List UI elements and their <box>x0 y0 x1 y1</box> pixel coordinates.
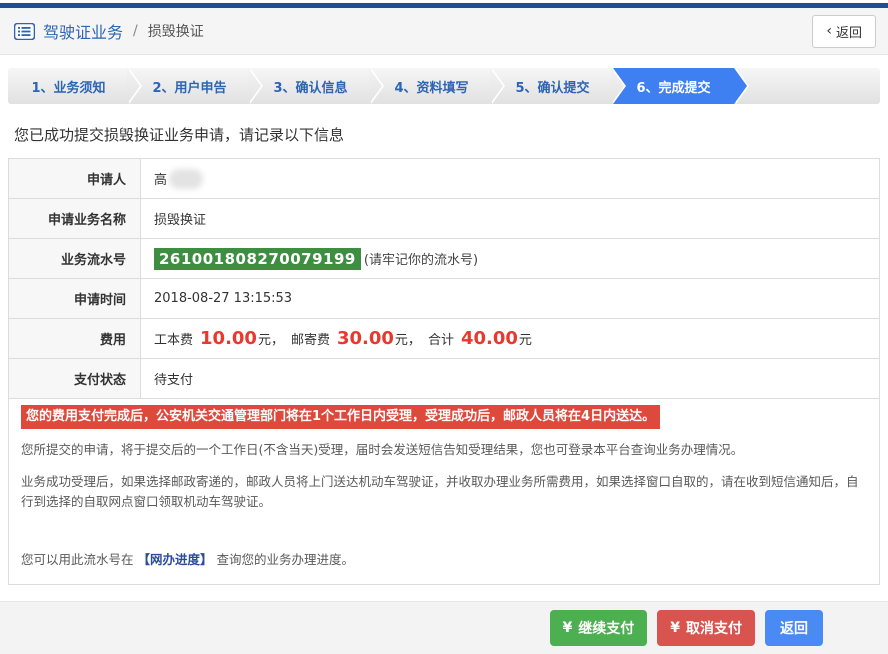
step-5-confirm-submit: 5、确认提交 <box>492 68 613 104</box>
continue-payment-button[interactable]: ¥ 继续支付 <box>549 610 648 647</box>
application-info-table: 申请人 高 申请业务名称 损毁换证 业务流水号 2610018082700791… <box>8 158 880 586</box>
notes-section: 您的费用支付完成后，公安机关交通管理部门将在1个工作日内受理，受理成功后，邮政人… <box>9 399 879 584</box>
note-paragraph-2: 业务成功受理后，如果选择邮政寄递的，邮政人员将上门送达机动车驾驶证，并收取办理业… <box>21 473 859 510</box>
progress-hint: 您可以用此流水号在 【网办进度】 查询您的业务办理进度。 <box>21 549 867 568</box>
table-row-payment-status: 支付状态 待支付 <box>9 359 879 399</box>
footer-action-bar: ¥ 继续支付 ¥ 取消支付 返回 <box>0 601 888 654</box>
step-2-user-declaration: 2、用户申告 <box>129 68 250 104</box>
return-button-label: 返回 <box>780 621 808 638</box>
continue-payment-label: 继续支付 <box>578 621 635 638</box>
note-paragraph-1: 您所提交的申请，将于提交后的一个工作日(不含当天)受理，届时会发送短信告知受理结… <box>21 442 744 458</box>
step-label: 3、确认信息 <box>273 80 348 96</box>
page-title: 驾驶证业务 <box>43 23 124 42</box>
table-row-business-name: 申请业务名称 损毁换证 <box>9 199 879 239</box>
row-value: 2018-08-27 13:15:53 <box>141 279 879 318</box>
step-label: 4、资料填写 <box>394 80 469 96</box>
fee-unit: 元， <box>257 333 284 348</box>
progress-hint-prefix: 您可以用此流水号在 <box>21 552 134 568</box>
apply-time: 2018-08-27 13:15:53 <box>154 291 293 306</box>
serial-number-note: (请牢记你的流水号) <box>363 253 479 268</box>
back-button[interactable]: ‹ 返回 <box>812 14 876 48</box>
row-label: 支付状态 <box>9 359 141 398</box>
back-button-label: 返回 <box>835 25 862 41</box>
row-value: 261001808270079199 (请牢记你的流水号) <box>141 239 879 278</box>
table-row-serial-number: 业务流水号 261001808270079199 (请牢记你的流水号) <box>9 239 879 279</box>
step-1-business-notice: 1、业务须知 <box>8 68 129 104</box>
redaction-blur <box>169 168 204 189</box>
row-label: 申请人 <box>9 159 141 198</box>
step-3-confirm-info: 3、确认信息 <box>250 68 371 104</box>
fee-segment-postage: 邮寄费 30.00 元， <box>291 328 421 349</box>
row-label: 申请业务名称 <box>9 199 141 238</box>
warning-banner: 您的费用支付完成后，公安机关交通管理部门将在1个工作日内受理，受理成功后，邮政人… <box>21 405 661 430</box>
step-label: 2、用户申告 <box>152 80 227 96</box>
breadcrumb: 驾驶证业务 / 损毁换证 <box>14 19 204 43</box>
progress-menu-reference: 【网办进度】 <box>137 552 213 568</box>
fee-segment-total: 合计 40.00 元 <box>428 328 532 349</box>
fee-amount: 40.00 <box>460 328 518 349</box>
table-row-fee: 费用 工本费 10.00 元， 邮寄费 30.00 元， 合计 40.00 元 <box>9 319 879 359</box>
breadcrumb-separator: / <box>133 23 138 39</box>
fee-unit: 元 <box>518 333 532 348</box>
fee-amount: 10.00 <box>200 328 257 349</box>
list-icon <box>14 22 35 40</box>
serial-number-badge: 261001808270079199 <box>154 247 361 270</box>
step-4-fill-data: 4、资料填写 <box>371 68 492 104</box>
success-message: 您已成功提交损毁换证业务申请，请记录以下信息 <box>14 126 345 144</box>
fee-label: 合计 <box>427 333 454 348</box>
fee-amount: 30.00 <box>336 328 394 349</box>
cancel-payment-label: 取消支付 <box>686 621 742 638</box>
fee-label: 工本费 <box>154 333 194 348</box>
step-progress-bar: 1、业务须知 2、用户申告 3、确认信息 4、资料填写 5、确认提交 6、完成提… <box>8 68 880 104</box>
step-label: 6、完成提交 <box>636 80 711 96</box>
row-label: 业务流水号 <box>9 239 141 278</box>
fee-segment-cost: 工本费 10.00 元， <box>154 328 284 349</box>
page-header: 驾驶证业务 / 损毁换证 ‹ 返回 <box>0 8 888 55</box>
progress-hint-suffix: 查询您的业务办理进度。 <box>216 552 355 568</box>
table-row-applicant: 申请人 高 <box>9 159 879 199</box>
payment-status: 待支付 <box>154 373 194 388</box>
chevron-left-icon: ‹ <box>826 23 832 39</box>
step-label: 1、业务须知 <box>31 80 106 96</box>
row-value: 高 <box>141 159 879 198</box>
row-label: 费用 <box>9 319 141 358</box>
row-value: 待支付 <box>141 359 879 398</box>
row-value: 工本费 10.00 元， 邮寄费 30.00 元， 合计 40.00 元 <box>141 319 879 358</box>
table-row-apply-time: 申请时间 2018-08-27 13:15:53 <box>9 279 879 319</box>
fee-unit: 元， <box>394 333 421 348</box>
fee-label: 邮寄费 <box>290 333 330 348</box>
row-value: 损毁换证 <box>141 199 879 238</box>
business-name: 损毁换证 <box>154 213 207 228</box>
applicant-name: 高 <box>154 173 168 188</box>
page-subtitle: 损毁换证 <box>147 24 204 40</box>
cancel-payment-button[interactable]: ¥ 取消支付 <box>657 610 755 647</box>
return-button[interactable]: 返回 <box>765 610 823 647</box>
step-label: 5、确认提交 <box>515 80 590 96</box>
row-label: 申请时间 <box>9 279 141 318</box>
step-6-complete-submit: 6、完成提交 <box>613 68 734 104</box>
